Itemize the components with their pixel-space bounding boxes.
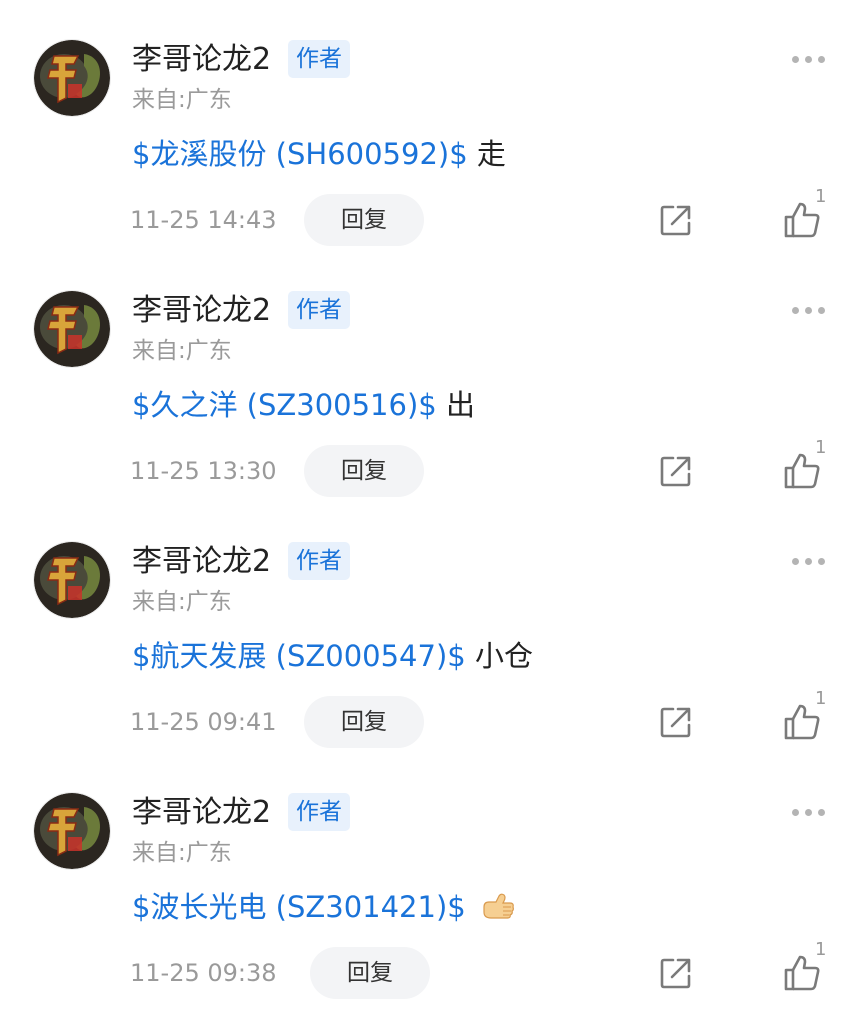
reply-button[interactable]: 回复: [304, 194, 424, 246]
stock-link[interactable]: $航天发展 (SZ000547)$: [132, 639, 466, 673]
dragon-logo-avatar: [34, 542, 110, 618]
like-count: 1: [815, 688, 827, 709]
avatar[interactable]: [34, 793, 110, 869]
stock-link[interactable]: $龙溪股份 (SH600592)$: [132, 137, 468, 171]
author-badge: 作者: [288, 793, 350, 831]
avatar[interactable]: [34, 542, 110, 618]
author-badge: 作者: [288, 291, 350, 329]
share-icon[interactable]: [658, 202, 694, 238]
dragon-logo-avatar: [34, 793, 110, 869]
like-count: 1: [815, 437, 827, 458]
comment-text: 走: [476, 137, 506, 171]
thumbs-up-emoji: [483, 893, 514, 919]
comment-text: 小仓: [474, 639, 533, 673]
author-name[interactable]: 李哥论龙2: [132, 40, 271, 80]
dragon-logo-avatar: [34, 40, 110, 116]
timestamp: 11-25 09:38: [130, 959, 277, 987]
comment-item: 李哥论龙2 作者 来自:广东 $久之洋 (SZ300516)$ 出 11-25 …: [0, 251, 860, 502]
author-name[interactable]: 李哥论龙2: [132, 793, 271, 833]
like-count: 1: [815, 186, 827, 207]
share-icon[interactable]: [658, 955, 694, 991]
dragon-logo-avatar: [34, 291, 110, 367]
location-label: 来自:广东: [132, 840, 232, 866]
comment-content: $波长光电 (SZ301421)$: [132, 887, 515, 927]
more-dots-icon[interactable]: [790, 802, 830, 822]
avatar[interactable]: [34, 291, 110, 367]
comment-content: $龙溪股份 (SH600592)$ 走: [132, 134, 506, 174]
comment-item: 李哥论龙2 作者 来自:广东 $航天发展 (SZ000547)$ 小仓 11-2…: [0, 502, 860, 753]
location-label: 来自:广东: [132, 338, 232, 364]
timestamp: 11-25 14:43: [130, 206, 277, 234]
stock-link[interactable]: $久之洋 (SZ300516)$: [132, 388, 437, 422]
author-name[interactable]: 李哥论龙2: [132, 542, 271, 582]
comment-content: $航天发展 (SZ000547)$ 小仓: [132, 636, 533, 676]
more-dots-icon[interactable]: [790, 49, 830, 69]
location-label: 来自:广东: [132, 589, 232, 615]
author-badge: 作者: [288, 40, 350, 78]
author-badge: 作者: [288, 542, 350, 580]
more-dots-icon[interactable]: [790, 551, 830, 571]
share-icon[interactable]: [658, 704, 694, 740]
more-dots-icon[interactable]: [790, 300, 830, 320]
timestamp: 11-25 13:30: [130, 457, 277, 485]
comment-item: 李哥论龙2 作者 来自:广东 $波长光电 (SZ301421)$ 11-25 0…: [0, 753, 860, 1004]
stock-link[interactable]: $波长光电 (SZ301421)$: [132, 890, 466, 924]
location-label: 来自:广东: [132, 87, 232, 113]
comment-content: $久之洋 (SZ300516)$ 出: [132, 385, 475, 425]
timestamp: 11-25 09:41: [130, 708, 277, 736]
share-icon[interactable]: [658, 453, 694, 489]
reply-button[interactable]: 回复: [310, 947, 430, 999]
reply-button[interactable]: 回复: [304, 696, 424, 748]
like-count: 1: [815, 939, 827, 960]
comment-item: 李哥论龙2 作者 来自:广东 $龙溪股份 (SH600592)$ 走 11-25…: [0, 0, 860, 251]
reply-button[interactable]: 回复: [304, 445, 424, 497]
avatar[interactable]: [34, 40, 110, 116]
author-name[interactable]: 李哥论龙2: [132, 291, 271, 331]
comment-text: 出: [445, 388, 475, 422]
